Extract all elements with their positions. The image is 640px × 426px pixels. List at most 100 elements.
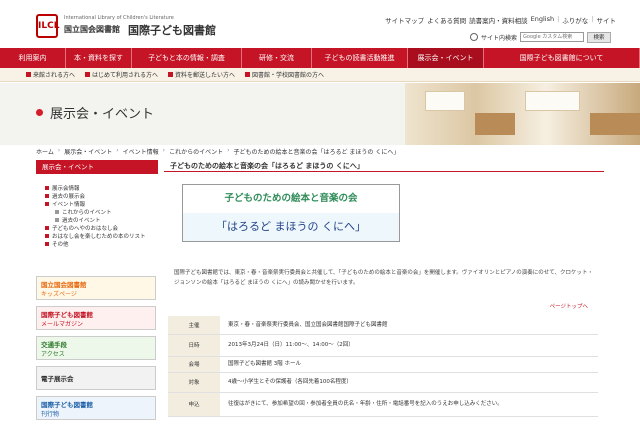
sidebar-item[interactable]: 過去の展示会: [45, 192, 158, 200]
nav-item[interactable]: 利用案内: [0, 48, 66, 68]
breadcrumb-separator: ›: [227, 147, 230, 154]
breadcrumb-item[interactable]: これからのイベント: [169, 147, 223, 157]
content-title: 子どものための絵本と音楽の会「はろるど まほうの くにへ」: [164, 160, 604, 172]
square-bullet-icon: [168, 72, 174, 77]
audience-link-label: はじめて利用される方へ: [92, 72, 159, 79]
info-key: 会場: [168, 356, 220, 373]
search-icon: [470, 33, 478, 41]
square-bullet-icon: [45, 194, 49, 198]
site-header: ILCL International Library of Children's…: [0, 0, 640, 48]
sidebar-item[interactable]: おはなし会を楽しむための本のリスト: [45, 232, 158, 240]
sidebar-banner[interactable]: 国立国会図書館 キッズページ: [36, 276, 156, 300]
sidebar-item[interactable]: その他: [45, 240, 158, 248]
sidebar-item[interactable]: イベント情報: [45, 200, 158, 208]
utility-link[interactable]: 読書案内・資料相談: [469, 15, 528, 25]
sidebar-item-label: イベント情報: [52, 202, 86, 208]
title-bullet-icon: [36, 109, 43, 116]
square-bullet-icon: [85, 72, 91, 77]
square-bullet-icon: [26, 72, 31, 77]
square-bullet-icon: [55, 210, 59, 214]
sidebar-banner[interactable]: 電子展示会: [36, 366, 156, 390]
audience-link[interactable]: はじめて利用される方へ: [85, 70, 158, 79]
breadcrumb-separator: ›: [57, 147, 61, 154]
logo-library-name: 国際子ども図書館: [128, 24, 216, 37]
sidebar-item-label: これからのイベント: [62, 210, 112, 216]
utility-link[interactable]: よくある質問: [427, 15, 466, 25]
info-key: 対象: [168, 372, 220, 393]
square-bullet-icon: [45, 242, 49, 246]
search-button[interactable]: 検索: [587, 31, 612, 43]
sidebar-item-label: 過去のイベント: [62, 218, 101, 224]
breadcrumb-separator: ›: [116, 147, 119, 154]
info-row: 日時 2013年3月24日（日）11:00～、14:00～（2回）: [168, 334, 598, 357]
sidebar-item-label: おはなし会を楽しむための本のリスト: [52, 234, 146, 240]
utility-separator: |: [557, 15, 560, 23]
sidebar: 展示会・イベント 展示会情報過去の展示会 イベント情報これからのイベント 過去のイベ…: [36, 160, 158, 426]
square-bullet-icon: [55, 218, 59, 222]
utility-link[interactable]: ふりがな: [562, 15, 588, 25]
breadcrumb-item[interactable]: 展示会・イベント: [64, 147, 112, 157]
breadcrumb: ホーム › 展示会・イベント › イベント情報 › これからのイベント › 子どものための絵本と…: [36, 147, 399, 157]
nav-item[interactable]: 国際子ども図書館について: [484, 48, 640, 68]
breadcrumb-item[interactable]: ホーム: [36, 147, 54, 157]
sidebar-item[interactable]: これからのイベント: [45, 208, 158, 216]
page-title: 展示会・イベント: [50, 107, 155, 122]
nav-item[interactable]: 子どもと本の情報・調査: [132, 48, 242, 68]
utility-link[interactable]: English: [531, 15, 554, 25]
audience-link[interactable]: 来館される方へ: [26, 70, 75, 79]
utility-link[interactable]: サイト: [597, 15, 617, 25]
info-value: 往復はがきにて、参加希望の回・参加者全員の氏名・年齢・住所・電話番号を記入のうえ…: [220, 392, 598, 417]
banner-subtitle: 刊行物: [41, 410, 60, 418]
nav-item[interactable]: 子どもの読書活動推進: [312, 48, 408, 68]
search-input[interactable]: [520, 32, 585, 42]
info-row: 会場 国際子ども図書館 3階 ホール: [168, 356, 598, 373]
info-row: 申込 往復はがきにて、参加希望の回・参加者全員の氏名・年齢・住所・電話番号を記入の…: [168, 392, 598, 417]
banner-title: 電子展示会: [41, 375, 74, 383]
banner-title: 国際子ども図書館: [41, 400, 93, 409]
info-value: 国際子ども図書館 3階 ホール: [220, 356, 598, 373]
info-value: 東京・春・音楽祭実行委員会、国立国会図書館国際子ども図書館: [220, 316, 598, 335]
sidebar-banner[interactable]: 国際子ども図書館 刊行物: [36, 396, 156, 420]
sidebar-item[interactable]: 展示会情報: [45, 184, 158, 192]
main-content: 子どものための絵本と音楽の会「はろるど まほうの くにへ」 子どものための絵本と…: [164, 160, 604, 426]
utility-link[interactable]: サイトマップ: [385, 15, 424, 25]
breadcrumb-item[interactable]: イベント情報: [123, 147, 159, 157]
sidebar-item[interactable]: 過去のイベント: [45, 216, 158, 224]
banner-subtitle: メールマガジン: [41, 320, 84, 328]
info-row: 対象 4歳～小学生とその保護者（各回先着100名程度）: [168, 372, 598, 393]
square-bullet-icon: [45, 202, 49, 206]
event-description: 国際子ども図書館では、東京・春・音楽祭実行委員会と共催して、「子どものための絵本…: [174, 270, 593, 286]
search-label: サイト内検索: [481, 34, 518, 42]
banner-title: 交通手段: [41, 340, 67, 349]
nav-item[interactable]: 展示会・イベント: [408, 48, 484, 68]
poster-heading: 子どものための絵本と音楽の会: [183, 185, 399, 213]
info-value: 2013年3月24日（日）11:00～、14:00～（2回）: [220, 334, 598, 357]
audience-link-label: 来館される方へ: [33, 72, 76, 79]
sidebar-banner[interactable]: 交通手段 アクセス: [36, 336, 156, 360]
banner-title: 国際子ども図書館: [41, 310, 93, 319]
nav-item[interactable]: 研修・交流: [242, 48, 312, 68]
logo-ndl-name: 国立国会図書館: [64, 25, 120, 34]
page-top-link[interactable]: ページトップへ: [550, 302, 588, 310]
sidebar-item-label: 過去の展示会: [52, 194, 86, 200]
audience-link-label: 資料を郵送したい方へ: [175, 72, 236, 79]
poster-title: 「はろるど まほうの くにへ」: [183, 213, 399, 241]
sidebar-heading[interactable]: 展示会・イベント: [36, 160, 158, 174]
logo-subtitle: International Library of Children's Lite…: [64, 15, 174, 21]
site-search: サイト内検索 検索: [470, 31, 612, 43]
sidebar-item-label: 展示会情報: [52, 186, 80, 192]
square-bullet-icon: [45, 226, 49, 230]
sidebar-item-label: 子どものへやのおはなし会: [52, 226, 119, 232]
sidebar-item[interactable]: 子どものへやのおはなし会: [45, 224, 158, 232]
nav-item[interactable]: 本・資料を探す: [66, 48, 132, 68]
banner-subtitle: アクセス: [41, 350, 65, 358]
audience-link[interactable]: 資料を郵送したい方へ: [168, 70, 235, 79]
main-navigation: 利用案内 本・資料を探す 子どもと本の情報・調査 研修・交流 子どもの読書活動推進 展示会…: [0, 48, 640, 68]
audience-link[interactable]: 図書館・学校図書館の方へ: [245, 70, 324, 79]
info-value: 4歳～小学生とその保護者（各回先着100名程度）: [220, 372, 598, 393]
info-row: 主催 東京・春・音楽祭実行委員会、国立国会図書館国際子ども図書館: [168, 316, 598, 335]
sidebar-banner[interactable]: 国際子ども図書館 メールマガジン: [36, 306, 156, 330]
site-logo[interactable]: ILCL International Library of Children's…: [36, 14, 216, 40]
logo-mark: ILCL: [36, 14, 59, 38]
event-poster: 子どものための絵本と音楽の会 「はろるど まほうの くにへ」: [182, 184, 400, 242]
